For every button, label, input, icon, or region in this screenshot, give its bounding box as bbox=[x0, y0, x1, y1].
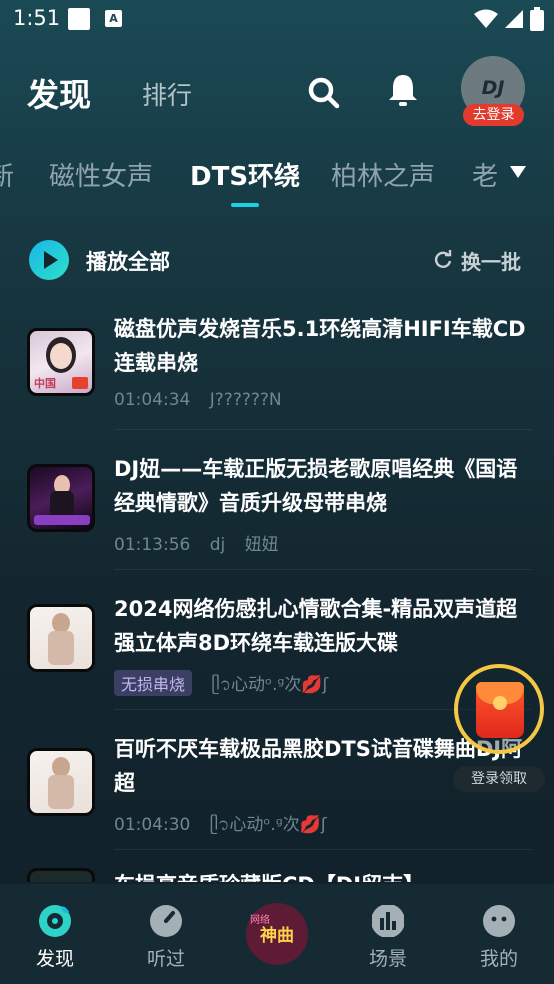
song-cover bbox=[27, 464, 95, 532]
playall-button[interactable]: 播放全部 bbox=[86, 246, 170, 276]
playall-bar: 播放全部 换一批 bbox=[0, 236, 554, 282]
divider bbox=[114, 569, 532, 570]
notification-icon bbox=[68, 8, 90, 30]
category-tabs: 新 磁性女声 DTS环绕 柏林之声 老 bbox=[0, 150, 554, 210]
song-title: 车损高音质珍藏版CD【DJ留吉】 bbox=[114, 868, 528, 882]
red-packet-button[interactable] bbox=[454, 664, 544, 754]
login-badge[interactable]: 去登录 bbox=[463, 104, 524, 126]
song-cover bbox=[27, 604, 95, 672]
nav-label: 我的 bbox=[479, 948, 518, 970]
song-title: 磁盘优声发烧音乐5.1环绕高清HIFI车载CD连载串烧 bbox=[114, 317, 526, 375]
song-meta: 无损串烧 ᥫ᭡心动ᵒ.ᵍ次💋ʃ bbox=[114, 670, 342, 703]
signal-icon bbox=[505, 10, 523, 28]
nav-center-button[interactable]: 网络 神曲 bbox=[246, 903, 308, 965]
category-tab-2[interactable]: DTS环绕 bbox=[190, 156, 300, 193]
song-title: 2024网络伤感扎心情歌合集-精品双声道超强立体声8D环绕车载连版大碟 bbox=[114, 597, 518, 655]
divider bbox=[114, 429, 532, 430]
song-duration: 01:04:30 bbox=[114, 815, 191, 835]
wifi-icon bbox=[474, 9, 498, 28]
top-header: 发现 排行 DJ 去登录 bbox=[0, 56, 554, 126]
song-cover: 中国 bbox=[27, 328, 95, 396]
category-tab-3[interactable]: 柏林之声 bbox=[331, 156, 435, 193]
nav-discover[interactable]: 发现 bbox=[0, 884, 110, 984]
category-active-indicator bbox=[231, 203, 259, 207]
song-author: dj bbox=[209, 535, 226, 555]
divider bbox=[114, 849, 532, 850]
status-bar: 1:51 A bbox=[0, 0, 554, 38]
song-cover bbox=[27, 868, 95, 882]
bell-icon[interactable] bbox=[386, 72, 420, 108]
song-title: DJ妞——车载正版无损老歌原唱经典《国语经典情歌》音质升级母带串烧 bbox=[114, 457, 518, 515]
song-meta: 01:13:56 dj 妞妞 bbox=[114, 530, 293, 555]
nav-label: 场景 bbox=[368, 948, 407, 970]
play-all-icon[interactable] bbox=[29, 240, 69, 280]
song-listeners: 妞妞 bbox=[244, 535, 279, 555]
nav-label: 听过 bbox=[146, 948, 185, 970]
category-more-icon[interactable] bbox=[510, 166, 526, 178]
category-tab-1[interactable]: 磁性女声 bbox=[49, 156, 153, 193]
nav-history[interactable]: 听过 bbox=[111, 884, 221, 984]
red-packet-coin bbox=[493, 696, 507, 710]
tab-rank[interactable]: 排行 bbox=[142, 76, 192, 112]
song-tag: 无损串烧 bbox=[114, 670, 193, 696]
list-item[interactable]: 中国 磁盘优声发烧音乐5.1环绕高清HIFI车载CD连载串烧 01:04:34 … bbox=[0, 298, 554, 438]
scene-icon bbox=[372, 905, 404, 937]
song-listeners: ᥫ᭡心动ᵒ.ᵍ次💋ʃ bbox=[209, 815, 327, 835]
profile-icon bbox=[483, 905, 515, 937]
nav-profile[interactable]: 我的 bbox=[444, 884, 554, 984]
refresh-icon[interactable] bbox=[433, 250, 453, 270]
battery-icon bbox=[530, 7, 544, 31]
discover-icon bbox=[39, 905, 71, 937]
song-duration: 01:13:56 bbox=[114, 535, 191, 555]
search-icon[interactable] bbox=[305, 74, 341, 110]
song-meta: 01:04:34 J??????N bbox=[114, 390, 296, 410]
bottom-nav: 发现 听过 网络 神曲 场景 我的 bbox=[0, 884, 554, 984]
category-tab-4[interactable]: 老 bbox=[472, 156, 498, 193]
song-meta: 01:04:30 ᥫ᭡心动ᵒ.ᵍ次💋ʃ bbox=[114, 810, 341, 843]
tab-discover[interactable]: 发现 bbox=[27, 70, 91, 116]
history-icon bbox=[150, 905, 182, 937]
nav-label: 发现 bbox=[35, 948, 74, 970]
song-author: J??????N bbox=[209, 390, 282, 410]
song-list: 中国 磁盘优声发烧音乐5.1环绕高清HIFI车载CD连载串烧 01:04:34 … bbox=[0, 298, 554, 882]
app-notification-icon: A bbox=[105, 10, 122, 27]
avatar-text: DJ bbox=[481, 77, 505, 99]
refresh-button[interactable]: 换一批 bbox=[461, 246, 521, 275]
song-cover bbox=[27, 748, 95, 816]
nav-center-text: 神曲 bbox=[260, 926, 294, 946]
list-item[interactable]: 车损高音质珍藏版CD【DJ留吉】 bbox=[0, 860, 554, 882]
nav-scene[interactable]: 场景 bbox=[333, 884, 443, 984]
status-indicators bbox=[474, 6, 544, 32]
status-time: 1:51 bbox=[13, 6, 61, 30]
red-packet-label[interactable]: 登录领取 bbox=[453, 766, 545, 792]
list-item[interactable]: DJ妞——车载正版无损老歌原唱经典《国语经典情歌》音质升级母带串烧 01:13:… bbox=[0, 438, 554, 578]
song-listeners: ᥫ᭡心动ᵒ.ᵍ次💋ʃ bbox=[211, 675, 329, 695]
category-tab-0[interactable]: 新 bbox=[0, 156, 14, 193]
cover-text: 中国 bbox=[34, 377, 56, 390]
song-duration: 01:04:34 bbox=[114, 390, 191, 410]
